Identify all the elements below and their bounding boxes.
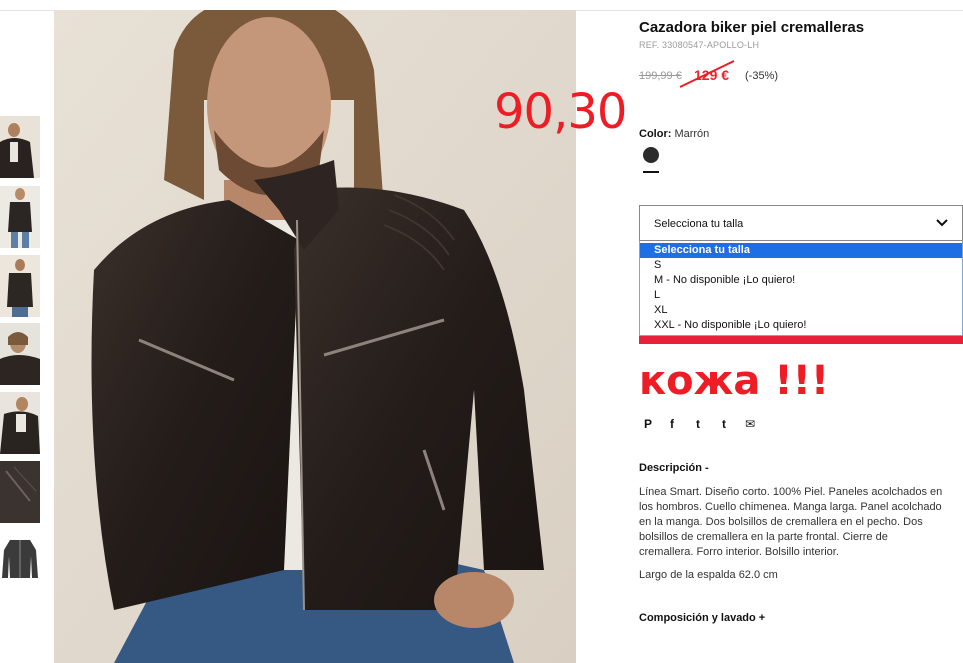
description-line: Línea Smart. Diseño corto. 100% Piel. Pa… (639, 486, 943, 498)
handwritten-price-annotation: 90,30 (494, 84, 627, 140)
color-swatch[interactable] (643, 147, 659, 163)
color-label: Color: (639, 128, 672, 140)
back-length: Largo de la espalda 62.0 cm (639, 569, 778, 581)
product-title: Cazadora biker piel cremalleras (639, 19, 865, 36)
size-select[interactable]: Selecciona tu talla (639, 205, 963, 241)
tumblr-icon[interactable]: t (716, 416, 732, 432)
chevron-down-icon (936, 219, 948, 227)
thumbnail-6[interactable] (0, 461, 40, 523)
price-old: 199,99 € (639, 70, 682, 82)
size-option-l[interactable]: L (640, 288, 962, 303)
discount-badge: (-35%) (745, 70, 779, 82)
swatch-selected-indicator (643, 171, 659, 173)
size-option-s[interactable]: S (640, 258, 962, 273)
email-icon[interactable]: ✉ (742, 416, 758, 432)
pinterest-icon[interactable]: P (640, 416, 656, 432)
handwritten-note-annotation: кожа !!! (639, 358, 830, 404)
twitter-icon[interactable]: t (690, 416, 706, 432)
product-ref: REF. 33080547-APOLLO-LH (639, 40, 760, 50)
thumbnail-1[interactable] (0, 116, 40, 178)
size-option-xxl[interactable]: XXL - No disponible ¡Lo quiero! (640, 318, 962, 333)
color-value: Marrón (674, 128, 710, 140)
description-body: Línea Smart. Diseño corto. 100% Piel. Pa… (639, 485, 963, 560)
size-dropdown-list: Selecciona tu talla S M - No disponible … (639, 241, 963, 336)
thumbnail-3[interactable] (0, 255, 40, 317)
description-heading[interactable]: Descripción - (639, 462, 709, 474)
description-line: bolsillos de cremallera en la parte fron… (639, 531, 888, 543)
thumbnail-5[interactable] (0, 392, 40, 454)
size-option-m[interactable]: M - No disponible ¡Lo quiero! (640, 273, 962, 288)
price-strikethrough-annotation (679, 60, 735, 88)
size-select-label: Selecciona tu talla (654, 218, 744, 230)
add-to-cart-bar[interactable] (639, 336, 963, 344)
thumbnail-7[interactable] (0, 530, 40, 592)
color-row: Color: Marrón (639, 128, 709, 140)
thumbnail-4[interactable] (0, 323, 40, 385)
composition-toggle[interactable]: Composición y lavado + (639, 612, 765, 624)
facebook-icon[interactable]: f (664, 416, 680, 432)
thumbnail-2[interactable] (0, 186, 40, 248)
description-line: los hombros. Cuello chimenea. Manga larg… (639, 501, 942, 513)
description-line: cremallera. Forro interior. Bolsillo int… (639, 546, 839, 558)
description-line: en la manga. Dos bolsillos de cremallera… (639, 516, 923, 528)
size-option-xl[interactable]: XL (640, 303, 962, 318)
size-option-placeholder[interactable]: Selecciona tu talla (640, 243, 962, 258)
